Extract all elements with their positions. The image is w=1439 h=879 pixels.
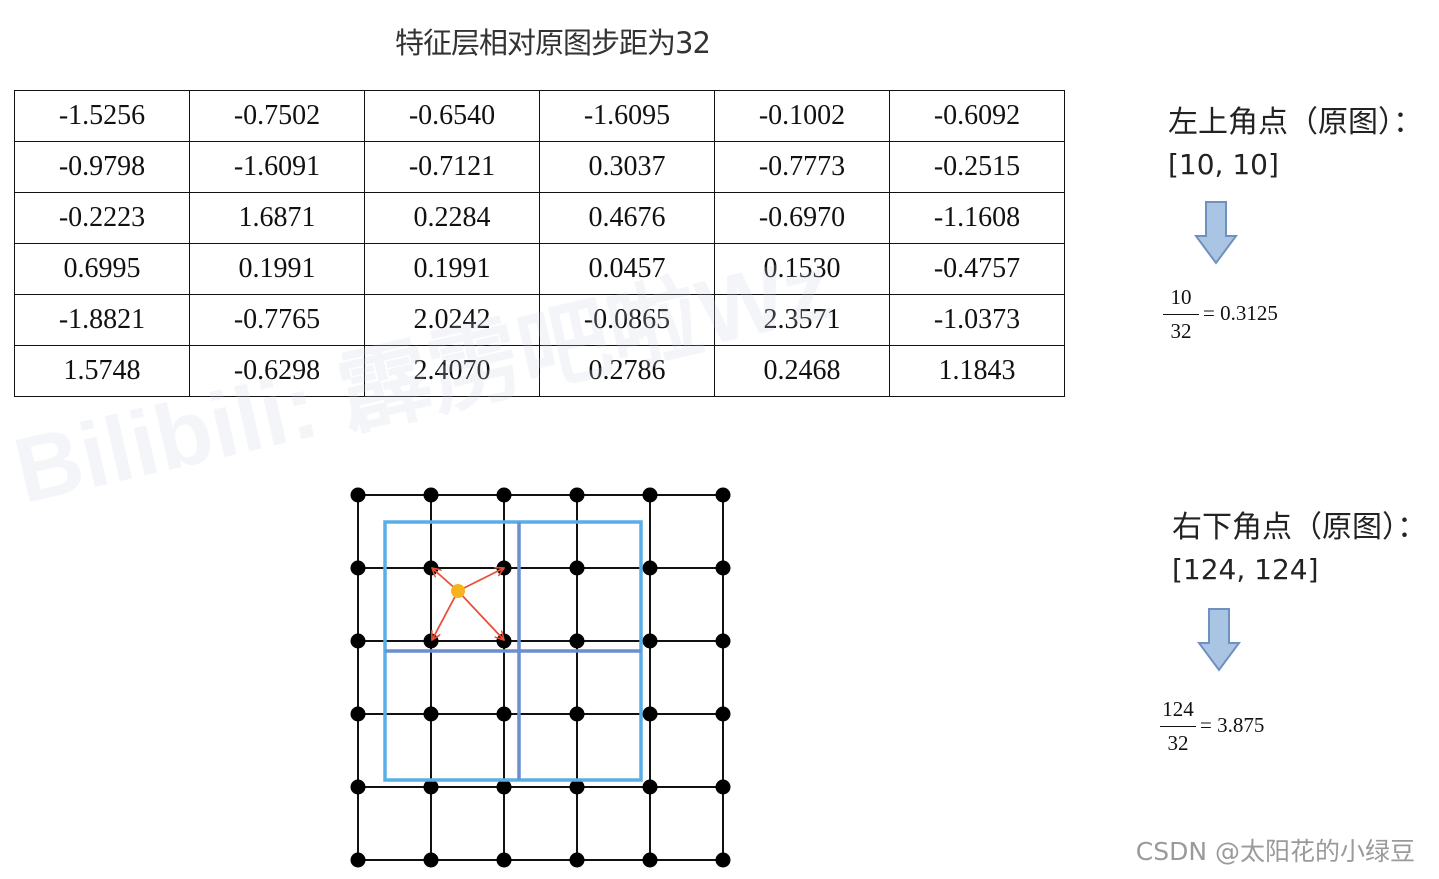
grid-node [642,779,658,795]
grid-lines [357,494,724,861]
grid-node [715,633,731,649]
grid-node [496,633,512,649]
bottom-right-fraction: 124 32 = 3.875 [1160,697,1320,761]
grid-node [642,852,658,868]
grid-node [715,779,731,795]
grid-node [350,852,366,868]
sample-arrow [432,590,459,640]
grid-node [569,560,585,576]
bottom-right-label: 右下角点（原图）： [1172,510,1427,545]
result: = 3.875 [1200,713,1265,737]
grid-node [642,706,658,722]
grid-node [423,633,439,649]
down-arrow-icon [1194,201,1238,265]
denominator: 32 [1167,731,1189,755]
grid-node [350,633,366,649]
grid-node [496,706,512,722]
grid-node [350,487,366,503]
grid-node [569,633,585,649]
grid-node [350,706,366,722]
grid-node [423,706,439,722]
numerator: 124 [1162,697,1194,721]
grid-node [423,487,439,503]
grid-node [715,852,731,868]
fraction-bar [1160,726,1196,727]
fraction-bar [1163,314,1199,315]
grid-node [642,560,658,576]
grid-node [642,487,658,503]
grid-nodes [350,487,731,868]
grid-node [715,560,731,576]
sample-arrow [457,590,504,640]
sample-arrow [457,568,504,592]
grid-node [642,633,658,649]
top-left-coord: [10, 10] [1168,148,1279,181]
sample-point [451,584,465,598]
grid-node [350,779,366,795]
grid-node [423,560,439,576]
denominator: 32 [1170,319,1192,343]
grid-node [350,560,366,576]
roi-bins [383,520,643,782]
grid-node [496,487,512,503]
grid-node [423,852,439,868]
top-left-fraction: 10 32 = 0.3125 [1163,285,1323,349]
numerator: 10 [1170,285,1192,309]
grid-node [569,706,585,722]
bilinear-sample [432,568,504,640]
grid-node [569,852,585,868]
grid-node [496,852,512,868]
credit-text: CSDN @太阳花的小绿豆 [1135,837,1415,866]
result: = 0.3125 [1203,301,1278,325]
grid-node [569,487,585,503]
down-arrow-icon [1197,608,1241,672]
top-left-label: 左上角点（原图）： [1168,105,1423,140]
grid-node [715,706,731,722]
bottom-right-coord: [124, 124] [1172,553,1319,586]
grid-node [715,487,731,503]
